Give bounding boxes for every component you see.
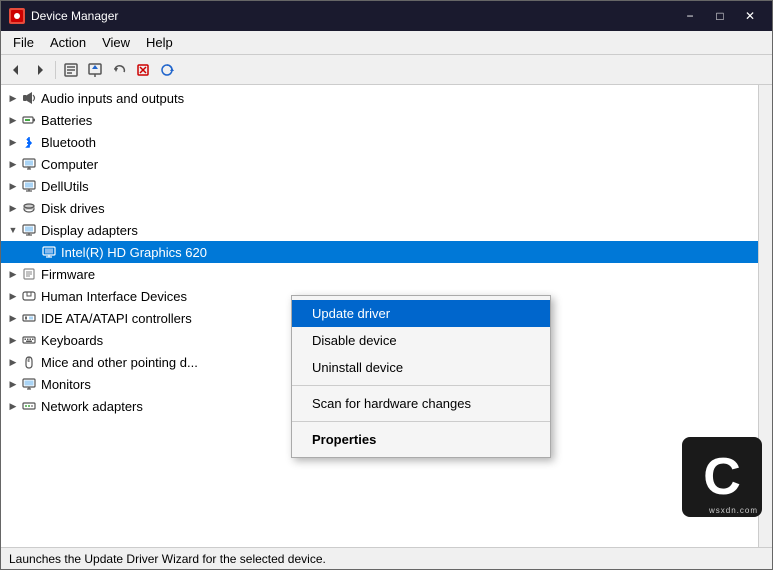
- ctx-update-driver[interactable]: Update driver: [292, 300, 550, 327]
- expander-batteries[interactable]: ▶: [5, 112, 21, 128]
- expander-ide-ata[interactable]: ▶: [5, 310, 21, 326]
- label-monitors: Monitors: [41, 377, 91, 392]
- menu-bar: File Action View Help: [1, 31, 772, 55]
- expander-bluetooth[interactable]: ▶: [5, 134, 21, 150]
- expander-computer[interactable]: ▶: [5, 156, 21, 172]
- menu-help[interactable]: Help: [138, 33, 181, 52]
- icon-bluetooth: [21, 134, 37, 150]
- title-bar: Device Manager − □ ✕: [1, 1, 772, 31]
- icon-disk-drives: [21, 200, 37, 216]
- watermark-letter: C: [703, 451, 741, 503]
- scan-hardware-button[interactable]: [156, 59, 178, 81]
- label-display-adapters: Display adapters: [41, 223, 138, 238]
- expander-firmware[interactable]: ▶: [5, 266, 21, 282]
- label-audio: Audio inputs and outputs: [41, 91, 184, 106]
- label-ide-ata: IDE ATA/ATAPI controllers: [41, 311, 192, 326]
- uninstall-button[interactable]: [132, 59, 154, 81]
- icon-ide-ata: [21, 310, 37, 326]
- label-intel-graphics: Intel(R) HD Graphics 620: [61, 245, 207, 260]
- close-button[interactable]: ✕: [736, 6, 764, 26]
- icon-dellutils: [21, 178, 37, 194]
- icon-mice: [21, 354, 37, 370]
- expander-disk-drives[interactable]: ▶: [5, 200, 21, 216]
- toolbar-sep-1: [55, 61, 56, 79]
- menu-view[interactable]: View: [94, 33, 138, 52]
- icon-intel-graphics: [41, 244, 57, 260]
- ctx-separator-1: [292, 385, 550, 386]
- menu-file[interactable]: File: [5, 33, 42, 52]
- properties-small-button[interactable]: [60, 59, 82, 81]
- icon-firmware: [21, 266, 37, 282]
- window-controls: − □ ✕: [676, 6, 764, 26]
- window-title: Device Manager: [31, 9, 676, 23]
- expander-mice[interactable]: ▶: [5, 354, 21, 370]
- ctx-disable-device[interactable]: Disable device: [292, 327, 550, 354]
- expander-monitors[interactable]: ▶: [5, 376, 21, 392]
- forward-button[interactable]: [29, 59, 51, 81]
- icon-human-interface: [21, 288, 37, 304]
- rollback-button[interactable]: [108, 59, 130, 81]
- icon-network-adapters: [21, 398, 37, 414]
- icon-keyboards: [21, 332, 37, 348]
- app-icon: [9, 8, 25, 24]
- expander-keyboards[interactable]: ▶: [5, 332, 21, 348]
- icon-audio: [21, 90, 37, 106]
- tree-item-disk-drives[interactable]: ▶ Disk drives: [1, 197, 758, 219]
- maximize-button[interactable]: □: [706, 6, 734, 26]
- tree-item-computer[interactable]: ▶ Computer: [1, 153, 758, 175]
- back-button[interactable]: [5, 59, 27, 81]
- tree-item-dellutils[interactable]: ▶ DellUtils: [1, 175, 758, 197]
- icon-monitors: [21, 376, 37, 392]
- label-keyboards: Keyboards: [41, 333, 103, 348]
- label-dellutils: DellUtils: [41, 179, 89, 194]
- tree-item-bluetooth[interactable]: ▶ Bluetooth: [1, 131, 758, 153]
- toolbar: [1, 55, 772, 85]
- menu-action[interactable]: Action: [42, 33, 94, 52]
- icon-batteries: [21, 112, 37, 128]
- label-network-adapters: Network adapters: [41, 399, 143, 414]
- expander-network-adapters[interactable]: ▶: [5, 398, 21, 414]
- expander-audio[interactable]: ▶: [5, 90, 21, 106]
- label-firmware: Firmware: [41, 267, 95, 282]
- expander-dellutils[interactable]: ▶: [5, 178, 21, 194]
- ctx-properties[interactable]: Properties: [292, 426, 550, 453]
- content-area: ▶ Audio inputs and outputs ▶ Batteries ▶: [1, 85, 772, 547]
- tree-item-batteries[interactable]: ▶ Batteries: [1, 109, 758, 131]
- status-text: Launches the Update Driver Wizard for th…: [9, 552, 326, 566]
- tree-item-firmware[interactable]: ▶ Firmware: [1, 263, 758, 285]
- icon-computer: [21, 156, 37, 172]
- label-mice: Mice and other pointing d...: [41, 355, 198, 370]
- label-disk-drives: Disk drives: [41, 201, 105, 216]
- label-batteries: Batteries: [41, 113, 92, 128]
- update-driver-toolbar-button[interactable]: [84, 59, 106, 81]
- status-bar: Launches the Update Driver Wizard for th…: [1, 547, 772, 569]
- expander-human-interface[interactable]: ▶: [5, 288, 21, 304]
- tree-item-intel-graphics[interactable]: Intel(R) HD Graphics 620: [1, 241, 758, 263]
- tree-item-audio[interactable]: ▶ Audio inputs and outputs: [1, 87, 758, 109]
- minimize-button[interactable]: −: [676, 6, 704, 26]
- ctx-separator-2: [292, 421, 550, 422]
- context-menu: Update driver Disable device Uninstall d…: [291, 295, 551, 458]
- ctx-uninstall-device[interactable]: Uninstall device: [292, 354, 550, 381]
- label-computer: Computer: [41, 157, 98, 172]
- expander-display-adapters[interactable]: ▼: [5, 222, 21, 238]
- tree-item-display-adapters[interactable]: ▼ Display adapters: [1, 219, 758, 241]
- ctx-scan-changes[interactable]: Scan for hardware changes: [292, 390, 550, 417]
- icon-display-adapters: [21, 222, 37, 238]
- watermark-text: wsxdn.com: [709, 506, 758, 515]
- device-manager-window: Device Manager − □ ✕ File Action View He…: [0, 0, 773, 570]
- label-human-interface: Human Interface Devices: [41, 289, 187, 304]
- label-bluetooth: Bluetooth: [41, 135, 96, 150]
- watermark-logo: C: [682, 437, 762, 517]
